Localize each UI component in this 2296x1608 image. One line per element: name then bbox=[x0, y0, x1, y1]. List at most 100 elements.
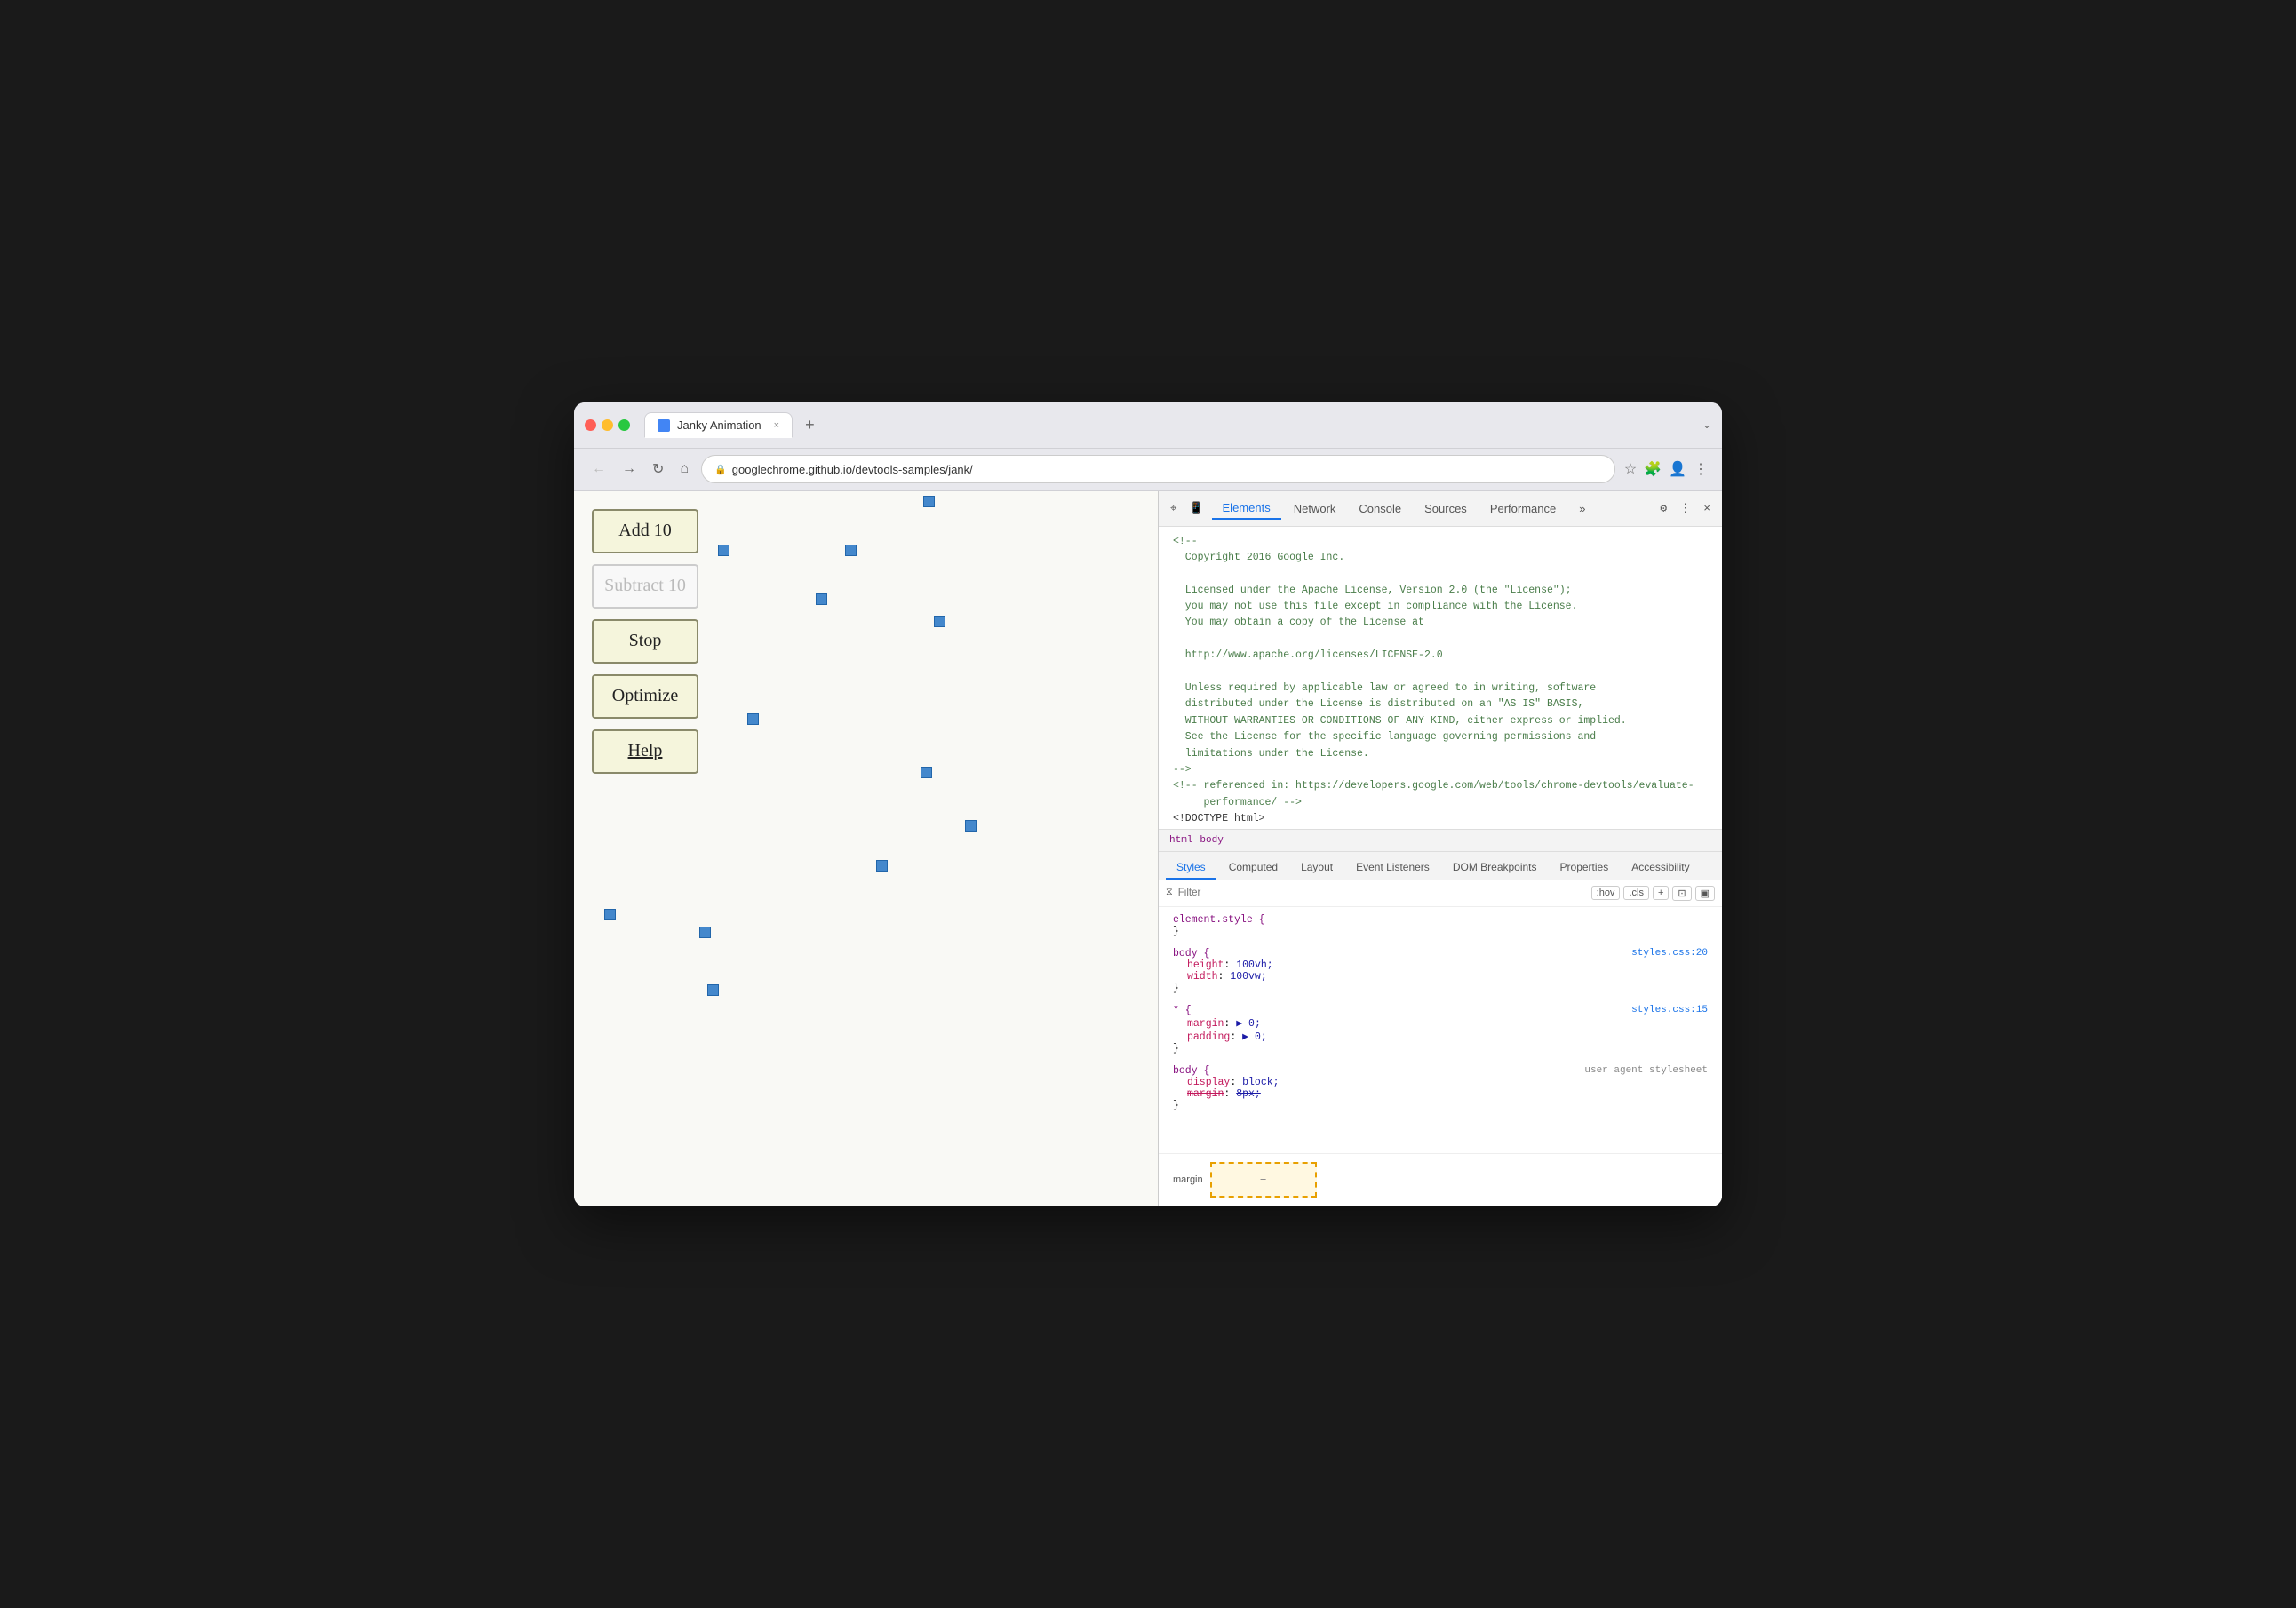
tab-more[interactable]: » bbox=[1568, 498, 1596, 519]
menu-icon[interactable]: ⋮ bbox=[1694, 460, 1708, 478]
traffic-lights bbox=[585, 419, 630, 431]
tab-console[interactable]: Console bbox=[1348, 498, 1412, 519]
animated-square-3 bbox=[845, 545, 857, 556]
source-line: See the License for the specific languag… bbox=[1159, 729, 1722, 745]
source-line: Copyright 2016 Google Inc. bbox=[1159, 550, 1722, 566]
tab-performance[interactable]: Performance bbox=[1479, 498, 1567, 519]
grid-badge[interactable]: ▣ bbox=[1695, 886, 1715, 901]
layout-tab[interactable]: Layout bbox=[1290, 857, 1343, 880]
animated-square-5 bbox=[934, 616, 945, 627]
box-model-value: – bbox=[1259, 1173, 1266, 1187]
tab-title: Janky Animation bbox=[677, 418, 761, 432]
css-selector: element.style { bbox=[1173, 914, 1265, 926]
devtools-toolbar: ⌖ 📱 Elements Network Console Sources Per… bbox=[1159, 491, 1722, 527]
source-line: <!DOCTYPE html> bbox=[1159, 811, 1722, 827]
html-source[interactable]: <!-- Copyright 2016 Google Inc. Licensed… bbox=[1159, 527, 1722, 829]
css-selector: body { bbox=[1173, 1065, 1209, 1077]
devtools-panel: ⌖ 📱 Elements Network Console Sources Per… bbox=[1158, 491, 1722, 1206]
settings-icon[interactable]: ⚙ bbox=[1655, 498, 1671, 519]
animated-square-2 bbox=[718, 545, 729, 556]
properties-tab[interactable]: Properties bbox=[1550, 857, 1620, 880]
source-line: <!-- referenced in: https://developers.g… bbox=[1159, 778, 1722, 811]
devtools-actions: ⚙ ⋮ × bbox=[1655, 498, 1715, 519]
tab-close-button[interactable]: × bbox=[774, 420, 779, 431]
computed-tab[interactable]: Computed bbox=[1218, 857, 1288, 880]
minimize-traffic-light[interactable] bbox=[602, 419, 613, 431]
source-line bbox=[1159, 665, 1722, 681]
source-line: Licensed under the Apache License, Versi… bbox=[1159, 583, 1722, 599]
url-text: googlechrome.github.io/devtools-samples/… bbox=[732, 463, 973, 476]
styles-tab[interactable]: Styles bbox=[1166, 857, 1216, 880]
close-traffic-light[interactable] bbox=[585, 419, 596, 431]
source-line: distributed under the License is distrib… bbox=[1159, 697, 1722, 712]
box-model-area: margin – bbox=[1159, 1153, 1722, 1206]
tab-chevron[interactable]: ⌄ bbox=[1702, 418, 1711, 431]
lock-icon: 🔒 bbox=[714, 464, 727, 475]
dom-breakpoints-tab[interactable]: DOM Breakpoints bbox=[1442, 857, 1548, 880]
source-line: Unless required by applicable law or agr… bbox=[1159, 681, 1722, 697]
add10-button[interactable]: Add 10 bbox=[592, 509, 698, 553]
css-rule-body-ua: body { user agent stylesheet display: bl… bbox=[1159, 1062, 1722, 1115]
box-model-box: – bbox=[1210, 1162, 1317, 1198]
tab-network[interactable]: Network bbox=[1283, 498, 1347, 519]
breadcrumb-html[interactable]: html bbox=[1169, 835, 1192, 846]
animated-square-7 bbox=[921, 767, 932, 778]
animated-square-8 bbox=[965, 820, 977, 832]
maximize-traffic-light[interactable] bbox=[618, 419, 630, 431]
css-selector: * { bbox=[1173, 1005, 1192, 1016]
close-devtools-icon[interactable]: × bbox=[1699, 498, 1715, 519]
filter-badges: :hov .cls + ⊡ ▣ bbox=[1591, 886, 1715, 901]
forward-button[interactable]: → bbox=[618, 458, 640, 481]
filter-icon: ⧖ bbox=[1166, 888, 1173, 898]
back-button[interactable]: ← bbox=[588, 458, 610, 481]
animated-square-12 bbox=[699, 927, 711, 938]
filter-input[interactable] bbox=[1178, 888, 1586, 898]
more-icon[interactable]: ⋮ bbox=[1675, 498, 1695, 519]
tab-sources[interactable]: Sources bbox=[1414, 498, 1478, 519]
browser-window: Janky Animation × + ⌄ ← → ↻ ⌂ 🔒 googlech… bbox=[574, 402, 1722, 1206]
css-rules[interactable]: element.style { } body { styles.css:20 h… bbox=[1159, 907, 1722, 1153]
address-bar: ← → ↻ ⌂ 🔒 googlechrome.github.io/devtool… bbox=[574, 449, 1722, 491]
device-icon[interactable]: 📱 bbox=[1184, 498, 1208, 519]
css-selector: body { bbox=[1173, 948, 1209, 959]
browser-tab[interactable]: Janky Animation × bbox=[644, 412, 793, 438]
animated-square-1 bbox=[923, 496, 935, 507]
source-line: you may not use this file except in comp… bbox=[1159, 599, 1722, 615]
css-source-link[interactable]: styles.css:20 bbox=[1631, 948, 1708, 959]
optimize-button[interactable]: Optimize bbox=[592, 674, 698, 719]
cls-badge[interactable]: .cls bbox=[1623, 886, 1649, 900]
stop-button[interactable]: Stop bbox=[592, 619, 698, 664]
tab-favicon bbox=[658, 419, 670, 432]
extensions-icon[interactable]: 🧩 bbox=[1644, 460, 1662, 478]
accessibility-tab[interactable]: Accessibility bbox=[1621, 857, 1700, 880]
address-actions: ☆ 🧩 👤 ⋮ bbox=[1624, 460, 1708, 478]
inspector-badge[interactable]: ⊡ bbox=[1672, 886, 1691, 901]
source-line: limitations under the License. bbox=[1159, 746, 1722, 762]
breadcrumb-body[interactable]: body bbox=[1200, 835, 1223, 846]
source-line: You may obtain a copy of the License at bbox=[1159, 615, 1722, 631]
content-area: Add 10 Subtract 10 Stop Optimize Help bbox=[574, 491, 1722, 1206]
devtools-tabs: Elements Network Console Sources Perform… bbox=[1212, 498, 1597, 520]
subtract10-button[interactable]: Subtract 10 bbox=[592, 564, 698, 609]
tab-elements[interactable]: Elements bbox=[1212, 498, 1281, 520]
filter-bar: ⧖ :hov .cls + ⊡ ▣ bbox=[1159, 880, 1722, 907]
profile-icon[interactable]: 👤 bbox=[1669, 460, 1686, 478]
animated-square-4 bbox=[816, 593, 827, 605]
add-badge[interactable]: + bbox=[1653, 886, 1669, 900]
help-button[interactable]: Help bbox=[592, 729, 698, 774]
url-bar[interactable]: 🔒 googlechrome.github.io/devtools-sample… bbox=[701, 455, 1615, 483]
css-rule-element-style: element.style { } bbox=[1159, 911, 1722, 941]
cursor-icon[interactable]: ⌖ bbox=[1166, 498, 1181, 519]
css-rule-body-20: body { styles.css:20 height: 100vh; widt… bbox=[1159, 944, 1722, 998]
refresh-button[interactable]: ↻ bbox=[649, 457, 667, 482]
bookmark-icon[interactable]: ☆ bbox=[1624, 460, 1637, 478]
hov-badge[interactable]: :hov bbox=[1591, 886, 1621, 900]
new-tab-button[interactable]: + bbox=[805, 416, 815, 434]
animated-square-10 bbox=[604, 909, 616, 920]
css-source-ua: user agent stylesheet bbox=[1584, 1065, 1708, 1076]
event-listeners-tab[interactable]: Event Listeners bbox=[1345, 857, 1440, 880]
css-source-link[interactable]: styles.css:15 bbox=[1631, 1005, 1708, 1015]
source-line: http://www.apache.org/licenses/LICENSE-2… bbox=[1159, 648, 1722, 664]
home-button[interactable]: ⌂ bbox=[676, 458, 692, 481]
animated-square-9 bbox=[876, 860, 888, 872]
